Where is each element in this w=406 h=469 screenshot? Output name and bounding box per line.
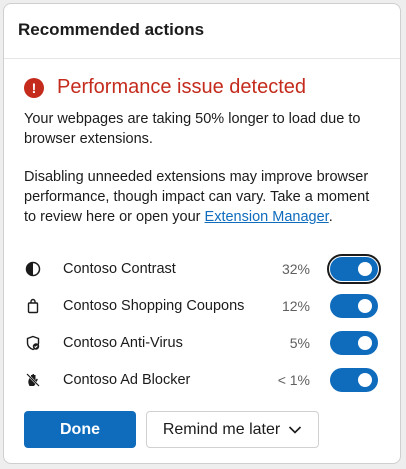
alert-advice: Disabling unneeded extensions may improv…	[24, 167, 384, 227]
remind-label: Remind me later	[162, 420, 281, 438]
extension-row: Contoso Anti-Virus 5%	[24, 324, 380, 361]
toggle-knob	[358, 335, 372, 350]
extension-toggle[interactable]	[330, 293, 378, 318]
remind-me-later-button[interactable]: Remind me later	[146, 411, 319, 448]
done-button[interactable]: Done	[24, 411, 136, 448]
alert-message: Your webpages are taking 50% longer to l…	[24, 111, 361, 147]
advice-suffix: .	[328, 209, 333, 225]
toggle-knob	[358, 372, 372, 387]
extension-manager-link[interactable]: Extension Manager	[205, 209, 329, 225]
extension-impact: 5%	[289, 334, 310, 351]
extension-impact: < 1%	[277, 371, 310, 388]
hand-block-icon	[24, 371, 42, 389]
toggle-knob	[358, 261, 372, 276]
extension-row: Contoso Shopping Coupons 12%	[24, 287, 380, 324]
contrast-icon	[24, 260, 42, 278]
recommended-actions-panel: Recommended actions ! Performance issue …	[3, 3, 401, 464]
header-divider	[4, 58, 400, 59]
extension-row: Contoso Contrast 32%	[24, 250, 381, 287]
extension-name: Contoso Shopping Coupons	[63, 297, 245, 314]
extension-name: Contoso Ad Blocker	[63, 371, 191, 388]
extension-impact: 12%	[281, 297, 310, 314]
alert-title: Performance issue detected	[57, 76, 307, 98]
extension-toggle[interactable]	[327, 253, 381, 284]
extension-name: Contoso Anti-Virus	[63, 334, 183, 351]
error-icon: !	[24, 77, 44, 98]
extension-row: Contoso Ad Blocker < 1%	[24, 361, 380, 398]
alert-heading: ! Performance issue detected	[24, 76, 306, 99]
shopping-bag-icon	[24, 297, 42, 315]
toggle-knob	[358, 298, 372, 313]
chevron-down-icon	[288, 425, 302, 435]
panel-title: Recommended actions	[18, 20, 205, 39]
extension-name: Contoso Contrast	[63, 260, 176, 277]
extension-toggle[interactable]	[330, 330, 378, 355]
extension-list: Contoso Contrast 32% Contoso Shopping Co…	[24, 250, 381, 398]
shield-check-icon	[24, 334, 42, 352]
extension-toggle[interactable]	[330, 367, 378, 392]
extension-impact: 32%	[281, 260, 310, 277]
